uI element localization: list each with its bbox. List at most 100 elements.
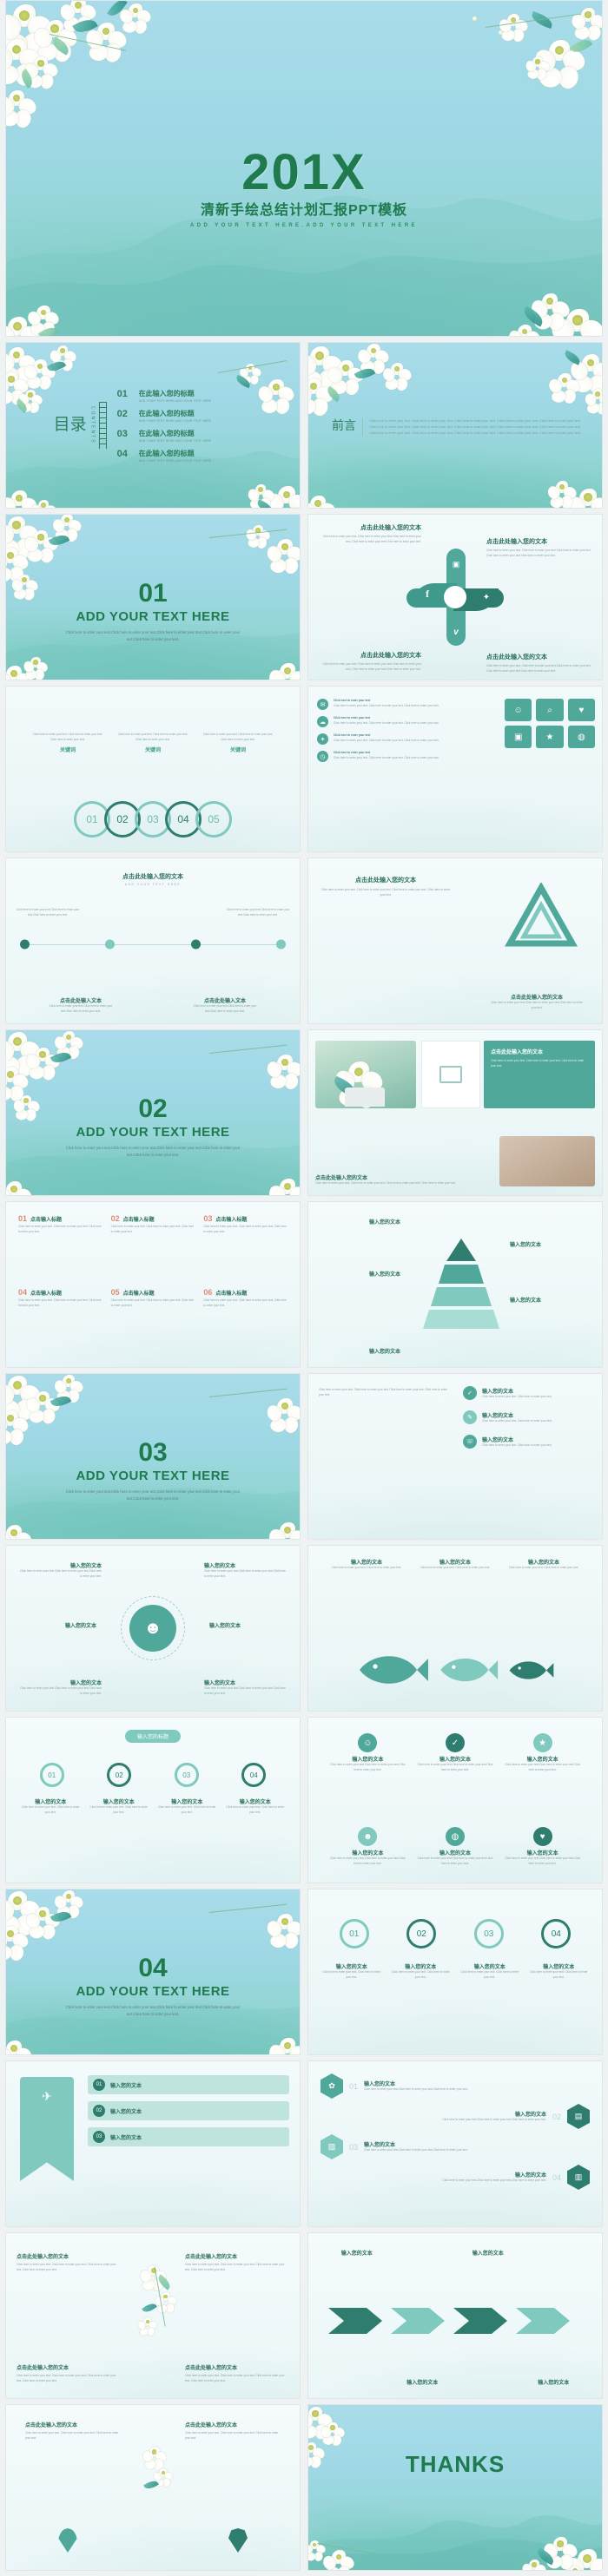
slide-five-rings[interactable]: Click here to enter your text. Click her… — [5, 686, 301, 852]
slide-cover[interactable]: 201X 清新手绘总结计划汇报PPT模板 ADD YOUR TEXT HERE.… — [5, 0, 603, 337]
slide-preface[interactable]: 前言 Click here to enter your text. Click … — [307, 342, 603, 509]
slide-pin-pair[interactable]: 点击此处输入您的文本 Click here to enter your text… — [5, 2404, 301, 2571]
slide-pin-list[interactable]: 输入您的标题 01 02 03 04 输入您的文本 Click here to … — [5, 1717, 301, 1883]
slide-two-column-text[interactable]: 点击此处输入您的文本 Click here to enter your text… — [5, 2232, 301, 2399]
vimeo-icon[interactable]: v — [449, 625, 463, 639]
slide-steps-list[interactable]: Click here to enter your text. Click her… — [307, 1373, 603, 1540]
steps-left-body: Click here to enter your text. Click her… — [319, 1388, 448, 1396]
slide-pyramid[interactable]: 输入您的文本 输入您的文本 输入您的文本 输入您的文本 输入您的文本 — [307, 1201, 603, 1368]
toc-item-03[interactable]: 03 在此输入您的标题 ADD YOUR TEXT HERE.ADD YOUR … — [117, 429, 300, 443]
pin-body-1: 输入您的文本 Click here to enter your text. Cl… — [21, 1797, 81, 1816]
hex-number: 03 — [349, 2142, 359, 2152]
icon-list-row[interactable]: ✦ Click here to enter your text Click he… — [317, 733, 498, 745]
toc-item-01[interactable]: 01 在此输入您的标题 ADD YOUR TEXT HERE.ADD YOUR … — [117, 389, 300, 403]
slide-arrow-process[interactable]: 输入您的文本 输入您的文本 输入您的文本 输入您的文本 — [307, 2232, 603, 2399]
heart-icon[interactable]: ♥ — [567, 699, 595, 721]
slide-section-divider-02[interactable]: 02 ADD YOUR TEXT HERE Click here to ente… — [5, 1029, 301, 1196]
pin-body-title: 输入您的文本 — [102, 1800, 135, 1805]
badge-body: Click here to enter your text. Click her… — [460, 1970, 519, 1979]
block-body: Click here to enter your text. Click her… — [185, 2263, 285, 2271]
globe-icon[interactable]: ◍ — [567, 726, 595, 748]
ribbon-item-01[interactable]: 01 输入您的文本 — [88, 2075, 289, 2094]
section-description: Click here to enter your text.Click here… — [65, 630, 241, 641]
fish-icon[interactable] — [507, 1657, 554, 1684]
toc-item-sub: ADD YOUR TEXT HERE.ADD YOUR TEXT HERE — [138, 398, 212, 403]
block-body: Click here to enter your text. Click her… — [25, 2431, 119, 2440]
person-tag-2[interactable]: ✓ 输入您的文本 Click here to enter your text.C… — [416, 1733, 495, 1773]
block-title: 点击此处输入您的文本 — [185, 2423, 238, 2428]
timeline-node[interactable] — [20, 939, 30, 950]
fish-icon[interactable] — [356, 1650, 429, 1690]
numbered-item-01[interactable]: 01 点击输入标题 Click here to enter your text. … — [18, 1214, 102, 1281]
slide-timeline[interactable]: 点击此处输入您的文本 ADD YOUR TEXT HERE Click here… — [5, 858, 301, 1024]
photo-placeholder-2 — [499, 1136, 595, 1186]
pin-item-03[interactable]: 03 — [174, 1763, 199, 1787]
person-tag-row-2: ☻ 输入您的文本 Click here to enter your text.C… — [308, 1827, 602, 1867]
hex-item-02[interactable]: ▤ 02 输入您的文本 Click here to enter your tex… — [321, 2104, 590, 2129]
timeline-node[interactable] — [105, 939, 116, 950]
badge-02[interactable]: 02 — [406, 1919, 437, 1948]
twitter-icon[interactable]: ✦ — [479, 590, 493, 604]
slide-section-divider-01[interactable]: 01 ADD YOUR TEXT HERE Click here to ente… — [5, 514, 301, 680]
numbered-item-05[interactable]: 05 点击输入标题 Click here to enter your text. … — [111, 1288, 195, 1355]
step-item-1[interactable]: ✓ 输入您的文本 Click here to enter your text. … — [463, 1386, 593, 1400]
person-tag-6[interactable]: ♥ 输入您的文本 Click here to enter your text.C… — [503, 1827, 582, 1867]
toc-item-sub: ADD YOUR TEXT HERE.ADD YOUR TEXT HERE — [138, 438, 212, 443]
person-tag-1[interactable]: ☺ 输入您的文本 Click here to enter your text.C… — [328, 1733, 407, 1773]
numbered-item-03[interactable]: 03 点击输入标题 Click here to enter your text. … — [203, 1214, 287, 1281]
slide-fish-diagram[interactable]: 输入您的文本 Click here to enter your text. Cl… — [307, 1545, 603, 1712]
slide-triangle-diagram[interactable]: 点击此处输入您的文本 Click here to enter your text… — [307, 858, 603, 1024]
user-icon[interactable]: ☺ — [505, 699, 532, 721]
fish-icon[interactable] — [438, 1653, 499, 1687]
numbered-item-02[interactable]: 02 点击输入标题 Click here to enter your text. … — [111, 1214, 195, 1281]
ring-05[interactable]: 05 — [195, 801, 232, 838]
hex-item-03[interactable]: ▨ 03 输入您的文本 Click here to enter your tex… — [321, 2134, 590, 2159]
triangle-body: Click here to enter your text. Click her… — [321, 888, 451, 897]
slide-thanks[interactable]: THANKS — [307, 2404, 603, 2571]
pin-item-04[interactable]: 04 — [241, 1763, 267, 1787]
slide-photo-panels[interactable]: 点击此处输入您的文本 Click here to enter your text… — [307, 1029, 603, 1196]
instagram-icon[interactable]: ▣ — [449, 557, 463, 571]
slide-table-of-contents[interactable]: 目录 CONTENTS 01 在此输入您的标题 ADD YOUR TEXT HE… — [5, 342, 301, 509]
slide-person-radial[interactable]: ☻ 输入您的文本 Click here to enter your text.C… — [5, 1545, 301, 1712]
slide-ribbon-list[interactable]: ✈ 01 输入您的文本 02 输入您的文本 03 输入您的文本 — [5, 2060, 301, 2227]
facebook-icon[interactable]: f — [420, 587, 434, 601]
pin-item-02[interactable]: 02 — [107, 1763, 132, 1787]
slide-person-tags[interactable]: ☺ 输入您的文本 Click here to enter your text.C… — [307, 1717, 603, 1883]
icon-list-row[interactable]: ◷ Click here to enter your text Click he… — [317, 751, 498, 762]
hex-item-01[interactable]: ✿ 01 输入您的文本 Click here to enter your tex… — [321, 2073, 590, 2099]
person-tag-4[interactable]: ☻ 输入您的文本 Click here to enter your text.C… — [328, 1827, 407, 1867]
slide-section-divider-04[interactable]: 04 ADD YOUR TEXT HERE Click here to ente… — [5, 1889, 301, 2055]
step-item-2[interactable]: ✎ 输入您的文本 Click here to enter your text. … — [463, 1410, 593, 1424]
person-tag-5[interactable]: ◍ 输入您的文本 Click here to enter your text.C… — [416, 1827, 495, 1867]
toc-item-04[interactable]: 04 在此输入您的标题 ADD YOUR TEXT HERE.ADD YOUR … — [117, 449, 300, 463]
search-icon[interactable]: ⌕ — [536, 699, 564, 721]
ribbon-item-03[interactable]: 03 输入您的文本 — [88, 2127, 289, 2146]
slide-social-pinwheel[interactable]: ▣ f ✦ v 点击此处输入您的文本 Click here to enter y… — [307, 514, 603, 680]
badge-03[interactable]: 03 — [473, 1919, 504, 1948]
icon-list-row[interactable]: ☁ Click here to enter your text Click he… — [317, 716, 498, 727]
block-title: 点击此处输入您的文本 — [17, 2255, 69, 2260]
timeline-node[interactable] — [190, 939, 201, 950]
slide-section-divider-03[interactable]: 03 ADD YOUR TEXT HERE Click here to ente… — [5, 1373, 301, 1540]
icon-list-row[interactable]: ✉ Click here to enter your text Click he… — [317, 699, 498, 710]
toc-list: 01 在此输入您的标题 ADD YOUR TEXT HERE.ADD YOUR … — [112, 389, 300, 463]
ribbon-item-02[interactable]: 02 输入您的文本 — [88, 2101, 289, 2120]
slide-six-numbered[interactable]: 01 点击输入标题 Click here to enter your text. … — [5, 1201, 301, 1368]
numbered-item-06[interactable]: 06 点击输入标题 Click here to enter your text. … — [203, 1288, 287, 1355]
step-body: Click here to enter your text. Click her… — [482, 1418, 552, 1423]
person-tag-3[interactable]: ★ 输入您的文本 Click here to enter your text.C… — [503, 1733, 582, 1773]
numbered-item-04[interactable]: 04 点击输入标题 Click here to enter your text. … — [18, 1288, 102, 1355]
slide-icon-list-grid[interactable]: ✉ Click here to enter your text Click he… — [307, 686, 603, 852]
camera-icon[interactable]: ▣ — [505, 726, 532, 748]
badge-01[interactable]: 01 — [339, 1919, 369, 1948]
badge-04[interactable]: 04 — [541, 1919, 572, 1948]
timeline-node[interactable] — [275, 939, 286, 950]
star-icon[interactable]: ★ — [536, 726, 564, 748]
pin-item-01[interactable]: 01 — [39, 1763, 64, 1787]
toc-item-02[interactable]: 02 在此输入您的标题 ADD YOUR TEXT HERE.ADD YOUR … — [117, 409, 300, 423]
hex-item-04[interactable]: ▥ 04 输入您的文本 Click here to enter your tex… — [321, 2165, 590, 2190]
step-item-3[interactable]: ☏ 输入您的文本 Click here to enter your text. … — [463, 1435, 593, 1449]
slide-hex-list[interactable]: ✿ 01 输入您的文本 Click here to enter your tex… — [307, 2060, 603, 2227]
slide-badge-row[interactable]: 01 02 03 04 输入您的文本 Click here to enter y… — [307, 1889, 603, 2055]
